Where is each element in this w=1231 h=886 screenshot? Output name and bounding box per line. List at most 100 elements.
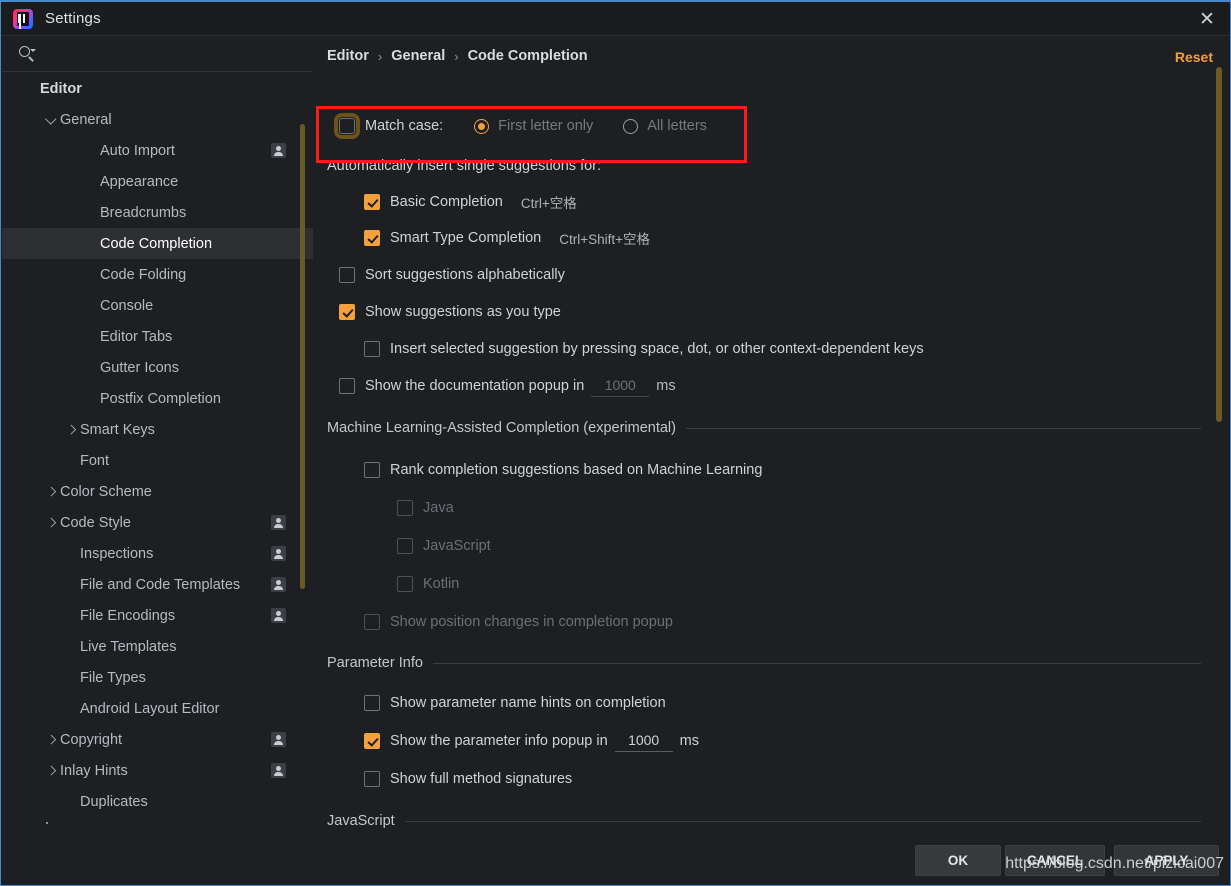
match-case-label[interactable]: Match case: [365,118,443,134]
ml-java-checkbox[interactable] [397,500,413,516]
match-case-checkbox[interactable] [334,113,360,139]
sort-suggestions-checkbox[interactable] [339,267,355,283]
parameter-info-title: Parameter Info [327,655,423,671]
window-title: Settings [45,10,101,27]
chevron-right-icon[interactable] [44,763,60,779]
full-method-signatures-row: Show full method signatures [364,767,1201,791]
sidebar-item-label: Appearance [100,173,179,190]
smart-type-completion-label[interactable]: Smart Type Completion [390,230,541,246]
sidebar-item-label: File Types [80,669,146,686]
search-icon[interactable] [18,44,38,64]
sidebar-item-editor-tabs[interactable]: Editor Tabs [2,321,313,352]
doc-popup-delay-input[interactable] [591,375,650,397]
settings-main-panel: Editor › General › Code Completion Reset Mat… [313,36,1229,837]
show-suggestions-checkbox[interactable] [339,304,355,320]
sidebar-decorative-dot [46,822,48,824]
insert-selected-suggestion-checkbox[interactable] [364,341,380,357]
sidebar-item-general[interactable]: General [2,104,313,135]
user-profile-icon [271,143,286,158]
main-panel-scrollbar[interactable] [1216,67,1222,422]
sidebar-item-auto-import[interactable]: Auto Import [2,135,313,166]
chevron-right-icon[interactable] [44,484,60,500]
sidebar-item-live-templates[interactable]: Live Templates [2,631,313,662]
basic-completion-label[interactable]: Basic Completion [390,194,503,210]
first-letter-only-radio[interactable] [474,118,490,134]
param-info-popup-delay-input[interactable] [614,730,673,752]
first-letter-only-label[interactable]: First letter only [498,118,593,134]
ml-position-changes-checkbox[interactable] [364,614,380,630]
param-name-hints-label[interactable]: Show parameter name hints on completion [390,695,666,711]
apply-button[interactable]: APPLY [1114,845,1219,876]
user-profile-icon [271,732,286,747]
sidebar-item-code-style[interactable]: Code Style [2,507,313,538]
reset-link[interactable]: Reset [1175,49,1213,65]
sidebar-item-android-layout-editor[interactable]: Android Layout Editor [2,693,313,724]
sidebar-item-code-folding[interactable]: Code Folding [2,259,313,290]
chevron-right-icon[interactable] [44,732,60,748]
sidebar-item-file-types[interactable]: File Types [2,662,313,693]
sidebar-item-editor[interactable]: Editor [2,73,313,104]
ml-javascript-checkbox[interactable] [397,538,413,554]
sidebar-item-postfix-completion[interactable]: Postfix Completion [2,383,313,414]
search-input[interactable] [38,46,313,61]
chevron-right-icon[interactable] [44,515,60,531]
match-case-option-first-letter[interactable]: First letter only [474,118,593,134]
param-info-popup-checkbox[interactable] [364,733,380,749]
javascript-section-divider [404,820,1201,822]
full-method-signatures-label[interactable]: Show full method signatures [390,771,572,787]
breadcrumb-item-editor[interactable]: Editor [327,48,369,64]
breadcrumb-item-code-completion[interactable]: Code Completion [468,48,588,64]
close-icon[interactable]: ✕ [1184,2,1230,36]
doc-popup-label[interactable]: Show the documentation popup in [365,378,584,394]
ml-position-changes-label[interactable]: Show position changes in completion popu… [390,614,673,630]
sidebar-item-file-and-code-templates[interactable]: File and Code Templates [2,569,313,600]
all-letters-radio[interactable] [623,118,639,134]
sidebar-item-color-scheme[interactable]: Color Scheme [2,476,313,507]
param-name-hints-checkbox[interactable] [364,695,380,711]
match-case-option-all-letters[interactable]: All letters [623,118,707,134]
basic-completion-checkbox[interactable] [364,194,380,210]
sidebar-item-code-completion[interactable]: Code Completion [2,228,313,259]
sidebar-item-file-encodings[interactable]: File Encodings [2,600,313,631]
sidebar-item-smart-keys[interactable]: Smart Keys [2,414,313,445]
ml-kotlin-checkbox[interactable] [397,576,413,592]
cancel-button[interactable]: CANCEL [1005,845,1105,876]
sidebar-item-appearance[interactable]: Appearance [2,166,313,197]
sidebar-item-duplicates[interactable]: Duplicates [2,786,313,817]
full-method-signatures-checkbox[interactable] [364,771,380,787]
all-letters-label[interactable]: All letters [647,118,707,134]
chevron-right-icon[interactable] [64,422,80,438]
param-name-hints-row: Show parameter name hints on completion [364,691,1201,715]
ml-javascript-label[interactable]: JavaScript [423,538,491,554]
sidebar-item-breadcrumbs[interactable]: Breadcrumbs [2,197,313,228]
insert-selected-suggestion-label[interactable]: Insert selected suggestion by pressing s… [390,341,924,357]
settings-tree: Editor General Auto Import Appearance Breadc… [2,73,313,836]
ml-rank-checkbox[interactable] [364,462,380,478]
sidebar-item-inlay-hints[interactable]: Inlay Hints [2,755,313,786]
parameter-info-header: Parameter Info [327,655,1201,671]
doc-popup-checkbox[interactable] [339,378,355,394]
param-info-popup-label[interactable]: Show the parameter info popup in [390,733,608,749]
ok-button[interactable]: OK [915,845,1001,876]
sidebar-item-copyright[interactable]: Copyright [2,724,313,755]
sidebar-item-gutter-icons[interactable]: Gutter Icons [2,352,313,383]
breadcrumb-item-general[interactable]: General [391,48,445,64]
sort-suggestions-label[interactable]: Sort suggestions alphabetically [365,267,565,283]
smart-type-completion-checkbox[interactable] [364,230,380,246]
ml-java-label[interactable]: Java [423,500,454,516]
sidebar-item-console[interactable]: Console [2,290,313,321]
ml-rank-label[interactable]: Rank completion suggestions based on Mac… [390,462,762,478]
ml-kotlin-label[interactable]: Kotlin [423,576,459,592]
parameter-info-divider [432,662,1201,664]
sidebar-scrollbar[interactable] [300,124,305,589]
chevron-down-icon[interactable] [44,112,60,128]
sidebar-item-inspections[interactable]: Inspections [2,538,313,569]
sidebar-item-font[interactable]: Font [2,445,313,476]
show-suggestions-label[interactable]: Show suggestions as you type [365,304,561,320]
doc-popup-unit: ms [656,378,676,394]
